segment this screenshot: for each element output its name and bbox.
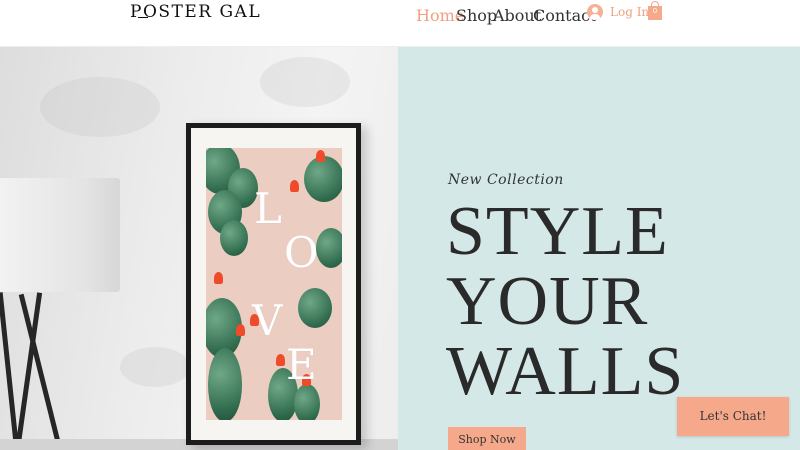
poster-mat: L O V E [191, 128, 356, 440]
lamp-shade [0, 178, 120, 292]
user-avatar-icon [587, 4, 603, 20]
hero-headline-line-1: STYLE [446, 193, 669, 270]
shop-now-button[interactable]: Shop Now [448, 427, 526, 450]
poster-letter-e: E [286, 340, 317, 389]
cart-count: 0 [652, 7, 658, 15]
poster-frame: L O V E [186, 123, 361, 445]
brand-logo[interactable]: POSTER GAL [130, 2, 261, 22]
poster-letter-l: L [254, 184, 282, 233]
poster-letter-v: V [252, 296, 283, 345]
lamp-leg [0, 292, 20, 450]
cart-button[interactable]: 0 [648, 1, 662, 20]
nav-shop[interactable]: Shop [456, 6, 497, 25]
hero-headline-line-3: WALLS [446, 333, 685, 410]
site-header: POSTER GAL Home Shop About Contact Log I… [0, 0, 800, 47]
login-label: Log In [610, 5, 650, 19]
login-button[interactable]: Log In [587, 3, 649, 21]
hero-headline-line-2: YOUR [446, 263, 649, 340]
chat-button[interactable]: Let's Chat! [677, 397, 789, 436]
love-poster-print: L O V E [206, 148, 342, 420]
logo-underline [138, 17, 148, 18]
hero-image: L O V E [0, 47, 398, 450]
hero-eyebrow: New Collection [448, 172, 564, 188]
poster-letter-o: O [284, 228, 319, 277]
